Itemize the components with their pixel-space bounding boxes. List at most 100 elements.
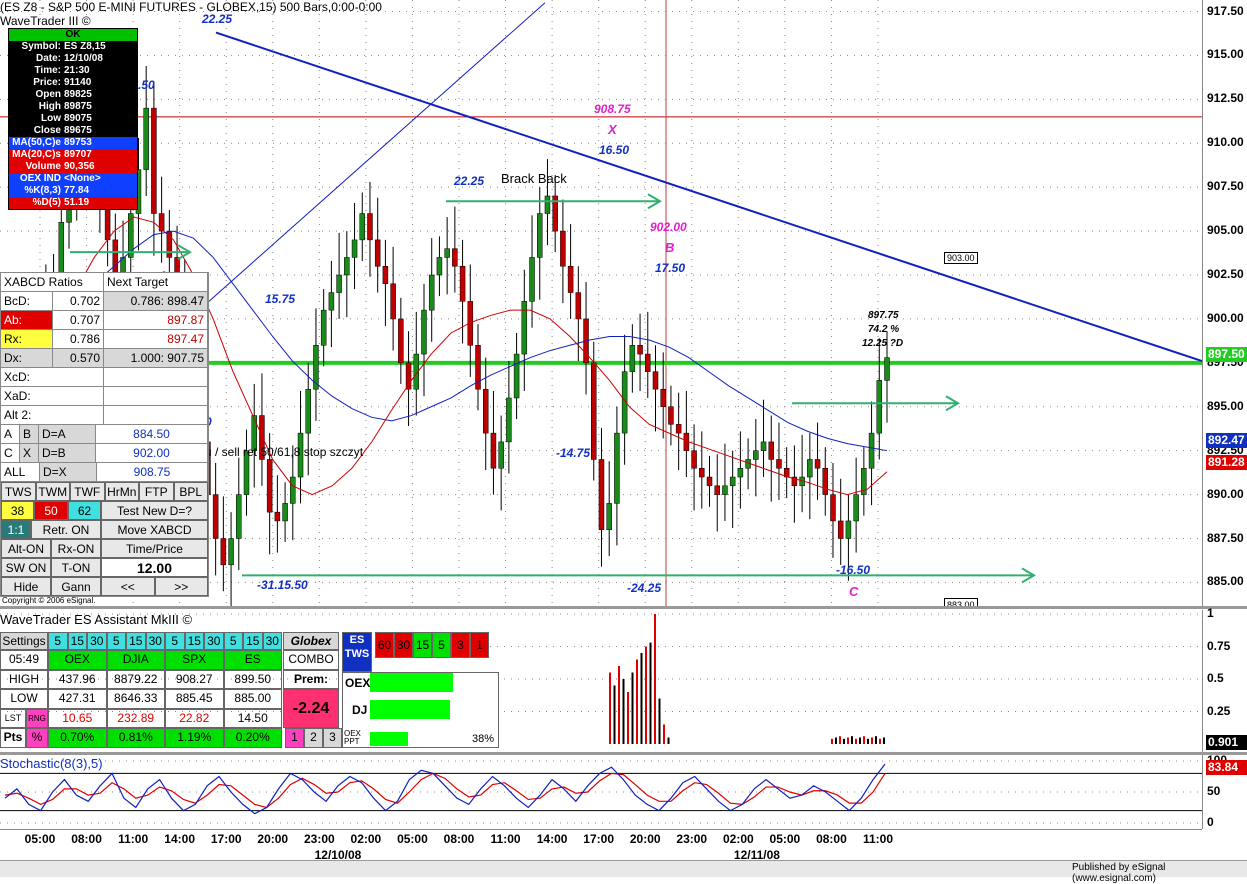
candle-body [729,476,736,487]
time-label: 05:49 [0,650,48,670]
swing-label: 22.25 [454,174,485,188]
rx-value: 0.786 [53,330,104,348]
candle-body [668,406,674,425]
tws-button-5[interactable]: BPL [173,482,208,501]
period-button[interactable]: 5 [223,632,243,650]
c-point-cell[interactable]: C [1,444,20,462]
settings-button[interactable]: Settings [0,632,48,650]
xabcd-panel: XABCD Ratios Next Target BcD: 0.702 0.78… [0,272,209,597]
price-tick-label: 917.50 [1207,3,1244,18]
period-button[interactable]: 15 [67,632,87,650]
swing-label: -16.50 [836,563,871,577]
period-button[interactable]: 30 [204,632,224,650]
lst-value: 22.82 [165,708,224,728]
column-header: ES [223,650,282,670]
target-label: 74.2 % [868,324,900,335]
db-cell[interactable]: D=B [39,444,96,462]
candle-body [344,257,350,276]
x-point-cell[interactable]: X [20,444,39,462]
period-button[interactable]: 15 [184,632,204,650]
time-tick-label: 08:00 [443,832,475,846]
period-button[interactable]: 5 [106,632,126,650]
info-key: Low [41,113,61,124]
tws-button-1[interactable]: TWM [35,482,70,501]
a-point-cell[interactable]: A [1,425,20,443]
price-tick-label: 900.00 [1207,310,1244,325]
fib-62-button[interactable]: 62 [68,501,101,520]
candle-body [305,388,311,434]
candle-body [313,345,319,390]
candle-body [629,345,636,372]
test-new-d-button[interactable]: Test New D=? [101,501,208,520]
low-value: 427.31 [48,689,107,709]
ok-button[interactable]: OK [9,29,137,41]
period-button[interactable]: 5 [165,632,185,650]
time-tick-label: 20:00 [629,832,661,846]
all-cell[interactable]: ALL [1,463,40,481]
tws-button-2[interactable]: TWF [70,482,105,501]
stochastic-chart[interactable] [0,755,1202,829]
ratio-button[interactable]: 1:1 [1,520,31,539]
time-tick-label: 23:00 [676,832,708,846]
t-on-button[interactable]: T-ON [51,558,101,577]
fib-50-button[interactable]: 50 [34,501,68,520]
period-button[interactable]: 30 [145,632,165,650]
next-button[interactable]: >> [154,577,208,596]
candle-body [753,450,759,460]
sw-on-button[interactable]: SW ON [1,558,51,577]
page-button[interactable]: 1 [285,728,304,748]
info-value: 12/10/08 [64,53,103,64]
time-tick-label: 05:00 [24,832,56,846]
b-point-cell[interactable]: B [20,425,39,443]
column-header: DJIA [106,650,165,670]
time-price-button[interactable]: Time/Price [101,539,208,558]
period-button[interactable]: 30 [262,632,282,650]
info-key: Close [33,125,61,136]
candle-body [490,432,497,469]
time-tick-label: 17:00 [583,832,615,846]
alt-on-button[interactable]: Alt-ON [1,539,51,558]
move-xabcd-button[interactable]: Move XABCD [101,520,208,539]
info-value: ES Z8,15 [64,41,106,52]
rng-label: RNG [26,708,48,728]
tws-button-4[interactable]: FTP [139,482,174,501]
hide-button[interactable]: Hide [1,577,51,596]
time-tick-label: 02:00 [722,832,754,846]
info-row: OEX IND <None> [9,173,137,185]
tws-button-0[interactable]: TWS [1,482,36,501]
candle-body [706,476,713,487]
gann-button[interactable]: Gann [51,577,101,596]
time-tick-label: 23:00 [303,832,335,846]
next-target-label: Next Target [104,273,208,291]
candle-body [521,301,528,355]
lst-value: 14.50 [223,708,282,728]
ma20-badge: 891.28 [1206,455,1247,470]
page-button[interactable]: 3 [323,728,342,748]
candle-body [513,353,520,399]
candle-body [482,388,489,434]
candle-body [320,309,327,346]
period-button[interactable]: 5 [48,632,68,650]
dx-cell[interactable]: D=X [40,463,97,481]
period-button[interactable]: 15 [126,632,146,650]
info-value: 90,356 [64,161,95,172]
time-tick-label: 14:00 [536,832,568,846]
period-button[interactable]: 30 [87,632,107,650]
volume-tick-label: 1 [1207,606,1214,620]
tws-cell: 15 [413,632,432,658]
candle-body [614,432,620,504]
ab-target: 897.87 [104,311,208,329]
prev-button[interactable]: << [101,577,155,596]
retr-on-button[interactable]: Retr. ON [31,520,101,539]
period-button[interactable]: 15 [243,632,263,650]
tws-cell: 1 [470,632,489,658]
page-button[interactable]: 2 [304,728,323,748]
volume-tick-label: 0.75 [1207,638,1231,653]
tws-button-3[interactable]: HrMn [104,482,139,501]
fib-38-button[interactable]: 38 [1,501,34,520]
candle-body [290,476,296,504]
da-cell[interactable]: D=A [39,425,96,443]
rx-on-button[interactable]: Rx-ON [51,539,101,558]
swing-label: 15.75 [265,292,296,306]
pane-divider[interactable] [0,606,1247,609]
